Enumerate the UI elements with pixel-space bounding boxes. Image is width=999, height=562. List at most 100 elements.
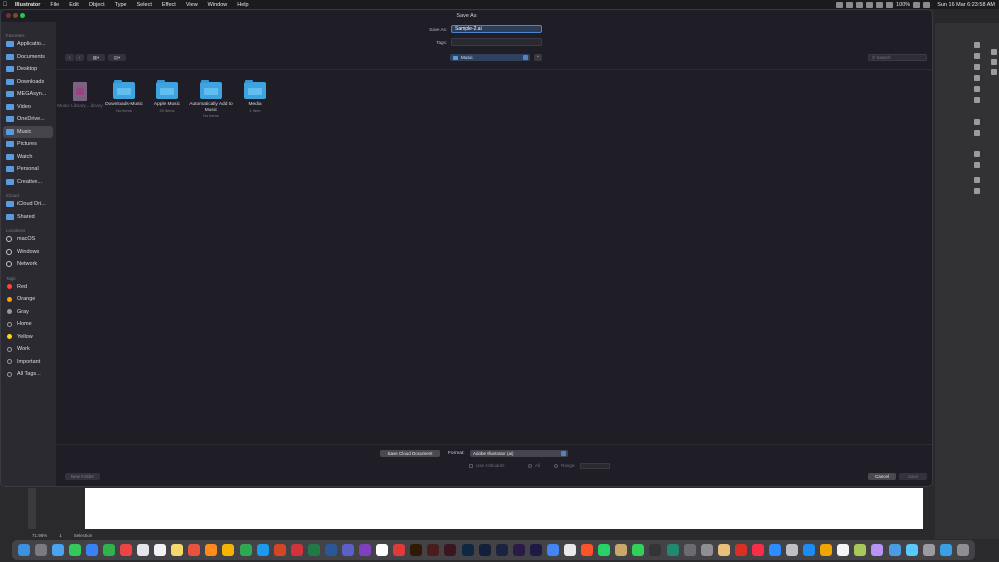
- sidebar-item-documents[interactable]: Documents: [1, 51, 56, 64]
- gmail-icon[interactable]: [734, 544, 747, 556]
- sidebar-item-macos[interactable]: macOS: [1, 233, 56, 246]
- close-icon[interactable]: [6, 13, 11, 18]
- pages-icon[interactable]: [222, 544, 235, 556]
- app-icon[interactable]: [564, 544, 577, 556]
- onenote-icon[interactable]: [359, 544, 372, 556]
- photos-icon[interactable]: [120, 544, 132, 556]
- sidebar-item-onedrive[interactable]: OneDrive...: [1, 113, 56, 126]
- folder-item[interactable]: Apple Music 20 items: [142, 80, 192, 113]
- panel-icon[interactable]: [974, 177, 980, 183]
- sidebar-tag-red[interactable]: Red: [1, 281, 56, 294]
- sidebar-tag-orange[interactable]: Orange: [1, 293, 56, 306]
- typora-icon[interactable]: [666, 544, 679, 556]
- sidebar-item-personal[interactable]: Personal: [1, 163, 56, 176]
- keynote-icon[interactable]: [256, 544, 269, 556]
- status-icon[interactable]: [856, 1, 864, 8]
- status-icon[interactable]: [836, 1, 844, 8]
- artboard-navigator[interactable]: 1: [59, 533, 62, 538]
- app-icon[interactable]: [888, 544, 901, 556]
- sidebar-item-applications[interactable]: Applicatio...: [1, 38, 56, 51]
- panel-icon[interactable]: [974, 42, 980, 48]
- folder-item[interactable]: Media 1 item: [230, 80, 280, 113]
- apple-menu-icon[interactable]: : [0, 2, 10, 8]
- app-icon[interactable]: [820, 544, 833, 556]
- settings-icon[interactable]: [700, 544, 713, 556]
- pdf-icon[interactable]: [393, 544, 406, 556]
- indesign-icon[interactable]: [427, 544, 440, 556]
- minimize-icon[interactable]: [13, 13, 18, 18]
- app-icon[interactable]: [854, 544, 867, 556]
- sidebar-item-music[interactable]: Music: [3, 125, 53, 138]
- save-cloud-document-button[interactable]: Save Cloud Document: [380, 450, 440, 457]
- slack-icon[interactable]: [376, 544, 389, 556]
- notes-icon[interactable]: [171, 544, 184, 556]
- new-folder-button[interactable]: New Folder: [65, 473, 100, 480]
- group-by-icon[interactable]: ▤▾: [108, 54, 126, 61]
- collapse-icon[interactable]: ⌃: [534, 54, 542, 61]
- panel-icon[interactable]: [991, 69, 997, 75]
- sidebar-item-icloud-drive[interactable]: iCloud Dri...: [1, 198, 56, 211]
- sidebar-tag-work[interactable]: Work: [1, 343, 56, 356]
- zoom-level[interactable]: 71.98%: [32, 533, 47, 538]
- music-app-icon[interactable]: [751, 544, 764, 556]
- panel-icon[interactable]: [974, 151, 980, 157]
- premiere-icon[interactable]: [512, 544, 525, 556]
- sidebar-item-video[interactable]: Video: [1, 101, 56, 114]
- panel-icon[interactable]: [974, 130, 980, 136]
- mail-icon[interactable]: [85, 544, 98, 556]
- sidebar-item-desktop[interactable]: Desktop: [1, 63, 56, 76]
- app-icon[interactable]: [871, 544, 884, 556]
- panel-icon[interactable]: [974, 162, 980, 168]
- app-icon[interactable]: [649, 544, 662, 556]
- filename-input[interactable]: [451, 25, 542, 33]
- lightroom-icon[interactable]: [478, 544, 491, 556]
- status-icon[interactable]: [876, 1, 884, 8]
- sidebar-item-watch[interactable]: Watch: [1, 151, 56, 164]
- menu-clock[interactable]: Sun 16 Mar 6:23:58 AM: [937, 2, 995, 8]
- panel-icon[interactable]: [974, 97, 980, 103]
- calendar-icon[interactable]: [137, 544, 150, 556]
- save-button[interactable]: Save: [899, 473, 927, 480]
- app-icon[interactable]: [837, 544, 850, 556]
- menu-type[interactable]: Type: [110, 2, 132, 8]
- firefox-icon[interactable]: [188, 544, 201, 556]
- folder-item[interactable]: Automatically Add to Music No items: [186, 80, 236, 118]
- sidebar-item-pictures[interactable]: Pictures: [1, 138, 56, 151]
- cancel-button[interactable]: Cancel: [868, 473, 896, 480]
- facetime-icon[interactable]: [102, 544, 115, 556]
- word-icon[interactable]: [324, 544, 337, 556]
- excel-icon[interactable]: [307, 544, 320, 556]
- back-button[interactable]: ‹: [65, 54, 74, 61]
- forward-button[interactable]: ›: [75, 54, 84, 61]
- sidebar-item-shared[interactable]: Shared: [1, 211, 56, 224]
- panel-icon[interactable]: [974, 64, 980, 70]
- app-icon[interactable]: [786, 544, 799, 556]
- panel-icon[interactable]: [991, 49, 997, 55]
- battery-icon[interactable]: [913, 1, 921, 8]
- sidebar-tag-important[interactable]: Important: [1, 356, 56, 369]
- status-icon[interactable]: [846, 1, 854, 8]
- wifi-icon[interactable]: [886, 1, 894, 8]
- photoshop-icon[interactable]: [461, 544, 474, 556]
- file-item[interactable]: Music Library....ibrary: [55, 82, 105, 110]
- range-radio[interactable]: Range:: [554, 463, 576, 468]
- panel-icon[interactable]: [974, 86, 980, 92]
- acrobat-icon[interactable]: [290, 544, 303, 556]
- panel-icon[interactable]: [974, 75, 980, 81]
- downloads-stack-icon[interactable]: [939, 544, 952, 556]
- audition-icon[interactable]: [495, 544, 508, 556]
- menu-effect[interactable]: Effect: [157, 2, 181, 8]
- finder-icon[interactable]: [17, 544, 30, 556]
- safari-icon[interactable]: [51, 544, 64, 556]
- zoom-icon[interactable]: [20, 13, 25, 18]
- brave-icon[interactable]: [581, 544, 594, 556]
- app-icon[interactable]: [632, 544, 645, 556]
- numbers-icon[interactable]: [239, 544, 252, 556]
- format-dropdown[interactable]: Adobe Illustrator (ai): [470, 450, 568, 457]
- app-icon[interactable]: [922, 544, 935, 556]
- sidebar-tag-home[interactable]: Home: [1, 318, 56, 331]
- chrome-icon[interactable]: [546, 544, 559, 556]
- app-icon[interactable]: [905, 544, 918, 556]
- view-mode-icon[interactable]: ▦▾: [87, 54, 105, 61]
- menu-window[interactable]: Window: [203, 2, 233, 8]
